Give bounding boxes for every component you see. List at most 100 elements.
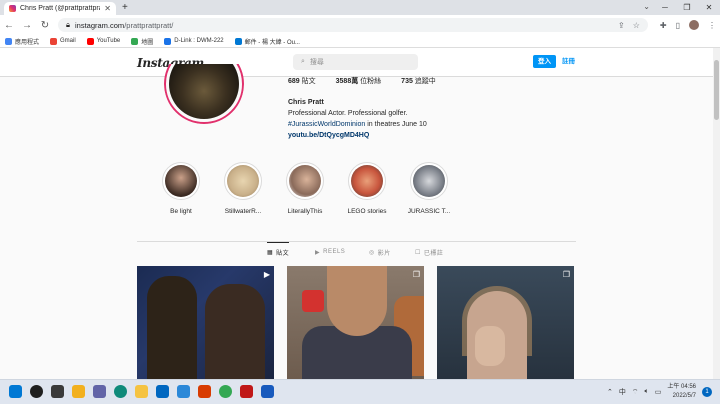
highlight-label: Be light (170, 208, 192, 215)
profile-stats: 689 貼文 3588萬 位粉絲 735 追蹤中 (288, 76, 436, 86)
signup-button[interactable]: 註冊 (562, 55, 575, 68)
bookmark-dlink[interactable]: D-Link : DWM-222 (164, 37, 224, 45)
back-icon[interactable]: ← (4, 20, 14, 31)
highlight-item[interactable]: JURASSIC T... (398, 162, 460, 215)
highlight-cover (162, 162, 200, 200)
volume-icon[interactable]: 🔈︎ (644, 388, 648, 396)
url-path: /prattprattpratt/ (124, 20, 174, 30)
posts-grid: ▶ ❐ ❐ (137, 266, 576, 379)
restore-button[interactable]: ❐ (676, 0, 698, 15)
bookmarks-bar: 應用程式 Gmail YouTube 地圖 D-Link : DWM-222 郵… (0, 35, 720, 48)
store-icon[interactable] (156, 385, 169, 398)
taskbar-apps (9, 385, 274, 398)
tab-videos[interactable]: ◎ 影片 (369, 242, 391, 262)
office-icon[interactable] (198, 385, 211, 398)
profile-avatar-icon[interactable] (689, 20, 699, 30)
notification-badge[interactable]: 1 (702, 387, 712, 397)
tab-search-icon[interactable]: ⌄ (643, 2, 650, 11)
highlight-item[interactable]: LEGO stories (336, 162, 398, 215)
grid-icon: ▦ (267, 250, 274, 256)
hashtag-link[interactable]: #JurassicWorldDominion (288, 121, 365, 128)
forward-icon[interactable]: → (22, 20, 32, 31)
file-explorer-icon[interactable] (135, 385, 148, 398)
highlight-cover (348, 162, 386, 200)
highlight-cover (286, 162, 324, 200)
mcafee-icon[interactable] (240, 385, 253, 398)
system-tray: ⌃ 中 ⌔ 🔈︎ ▭ 上午 04:56 2022/5/7 1 (607, 383, 712, 401)
clock[interactable]: 上午 04:56 2022/5/7 (667, 383, 696, 401)
windows-start-icon[interactable] (9, 385, 22, 398)
photos-icon[interactable] (177, 385, 190, 398)
following-stat[interactable]: 735 追蹤中 (401, 76, 436, 86)
ime-icon[interactable]: 中 (619, 387, 626, 397)
story-highlights: Be light StillwaterR... LiterallyThis LE… (150, 162, 460, 215)
bio-external-link[interactable]: youtu.be/DtQycgMD4HQ (288, 130, 427, 141)
word-icon[interactable] (261, 385, 274, 398)
post-thumbnail[interactable]: ❐ (437, 266, 574, 379)
clock-time: 上午 04:56 (667, 384, 696, 390)
profile-picture[interactable] (164, 64, 244, 124)
close-tab-icon[interactable]: ✕ (104, 4, 111, 13)
highlight-item[interactable]: StillwaterR... (212, 162, 274, 215)
highlight-item[interactable]: Be light (150, 162, 212, 215)
minimize-button[interactable]: ─ (654, 0, 676, 15)
battery-icon[interactable]: ▭ (655, 388, 662, 396)
highlight-label: LEGO stories (347, 208, 387, 215)
reload-icon[interactable]: ↻ (40, 20, 50, 31)
maps-icon (131, 37, 139, 45)
close-window-button[interactable]: ✕ (698, 0, 720, 15)
chrome-icon[interactable] (219, 385, 232, 398)
bio-line-1: Professional Actor. Professional golfer. (288, 110, 408, 117)
bookmark-outlook[interactable]: 郵件 - 楊 大緯 - Ou... (234, 37, 300, 46)
highlight-cover (410, 162, 448, 200)
edge-icon[interactable] (114, 385, 127, 398)
search-input[interactable]: ⌕ 搜尋 (293, 54, 418, 70)
clock-date: 2022/5/7 (672, 393, 696, 399)
login-button[interactable]: 登入 (533, 55, 556, 68)
profile-name: Chris Pratt (288, 99, 324, 106)
share-icon[interactable]: ⇪ (618, 21, 625, 30)
tab-tagged[interactable]: ☐ 已標註 (415, 242, 443, 262)
bookmark-youtube[interactable]: YouTube (86, 37, 120, 45)
bookmark-gmail[interactable]: Gmail (50, 37, 76, 45)
post-thumbnail[interactable]: ❐ (287, 266, 424, 379)
reels-icon: ▶ (315, 249, 321, 256)
task-view-icon[interactable] (51, 385, 64, 398)
window-controls: ─ ❐ ✕ (654, 0, 720, 15)
instagram-favicon-icon (9, 5, 16, 12)
post-thumbnail[interactable]: ▶ (137, 266, 274, 379)
apps-grid-icon (5, 37, 12, 45)
search-icon[interactable] (30, 385, 43, 398)
highlight-cover (224, 162, 262, 200)
bookmark-star-icon[interactable]: ☆ (633, 21, 640, 30)
menu-kebab-icon[interactable]: ⋮ (708, 21, 716, 30)
bookmark-maps[interactable]: 地圖 (131, 37, 153, 46)
bookmark-apps[interactable]: 應用程式 (5, 37, 39, 46)
profile-bio: Chris Pratt Professional Actor. Professi… (288, 97, 427, 141)
side-panel-icon[interactable]: ▯ (676, 21, 680, 30)
extensions-icon[interactable]: ✚ (660, 21, 667, 30)
browser-tab[interactable]: Chris Pratt (@prattprattpratt) ✕ (4, 2, 116, 15)
highlight-label: StillwaterR... (224, 208, 262, 215)
gmail-icon (50, 37, 58, 45)
search-placeholder: 搜尋 (309, 59, 324, 66)
outlook-icon (234, 37, 242, 45)
tab-reels[interactable]: ▶ REELS (315, 242, 345, 262)
highlight-item[interactable]: LiterallyThis (274, 162, 336, 215)
chevron-up-icon[interactable]: ⌃ (607, 388, 613, 396)
tab-posts[interactable]: ▦ 貼文 (267, 242, 290, 262)
network-icon[interactable]: ⌔ (632, 388, 639, 397)
browser-tab-strip: Chris Pratt (@prattprattpratt) ✕ + ⌄ ─ ❐… (0, 0, 720, 15)
new-tab-button[interactable]: + (122, 2, 128, 13)
chat-icon[interactable] (93, 385, 106, 398)
posts-stat: 689 貼文 (288, 78, 316, 85)
scrollbar-thumb[interactable] (714, 60, 719, 120)
windows-taskbar: ⌃ 中 ⌔ 🔈︎ ▭ 上午 04:56 2022/5/7 1 (0, 379, 720, 404)
url-host: instagram.com (75, 20, 125, 30)
page-scrollbar[interactable] (713, 48, 720, 379)
tab-title: Chris Pratt (@prattprattpratt) (20, 5, 101, 12)
followers-stat[interactable]: 3588萬 位粉絲 (336, 76, 382, 86)
address-bar[interactable]: 🔒︎ instagram.com/prattprattpratt/ ⇪ ☆ (58, 18, 648, 32)
multi-post-icon: ❐ (412, 270, 420, 279)
widgets-icon[interactable] (72, 385, 85, 398)
